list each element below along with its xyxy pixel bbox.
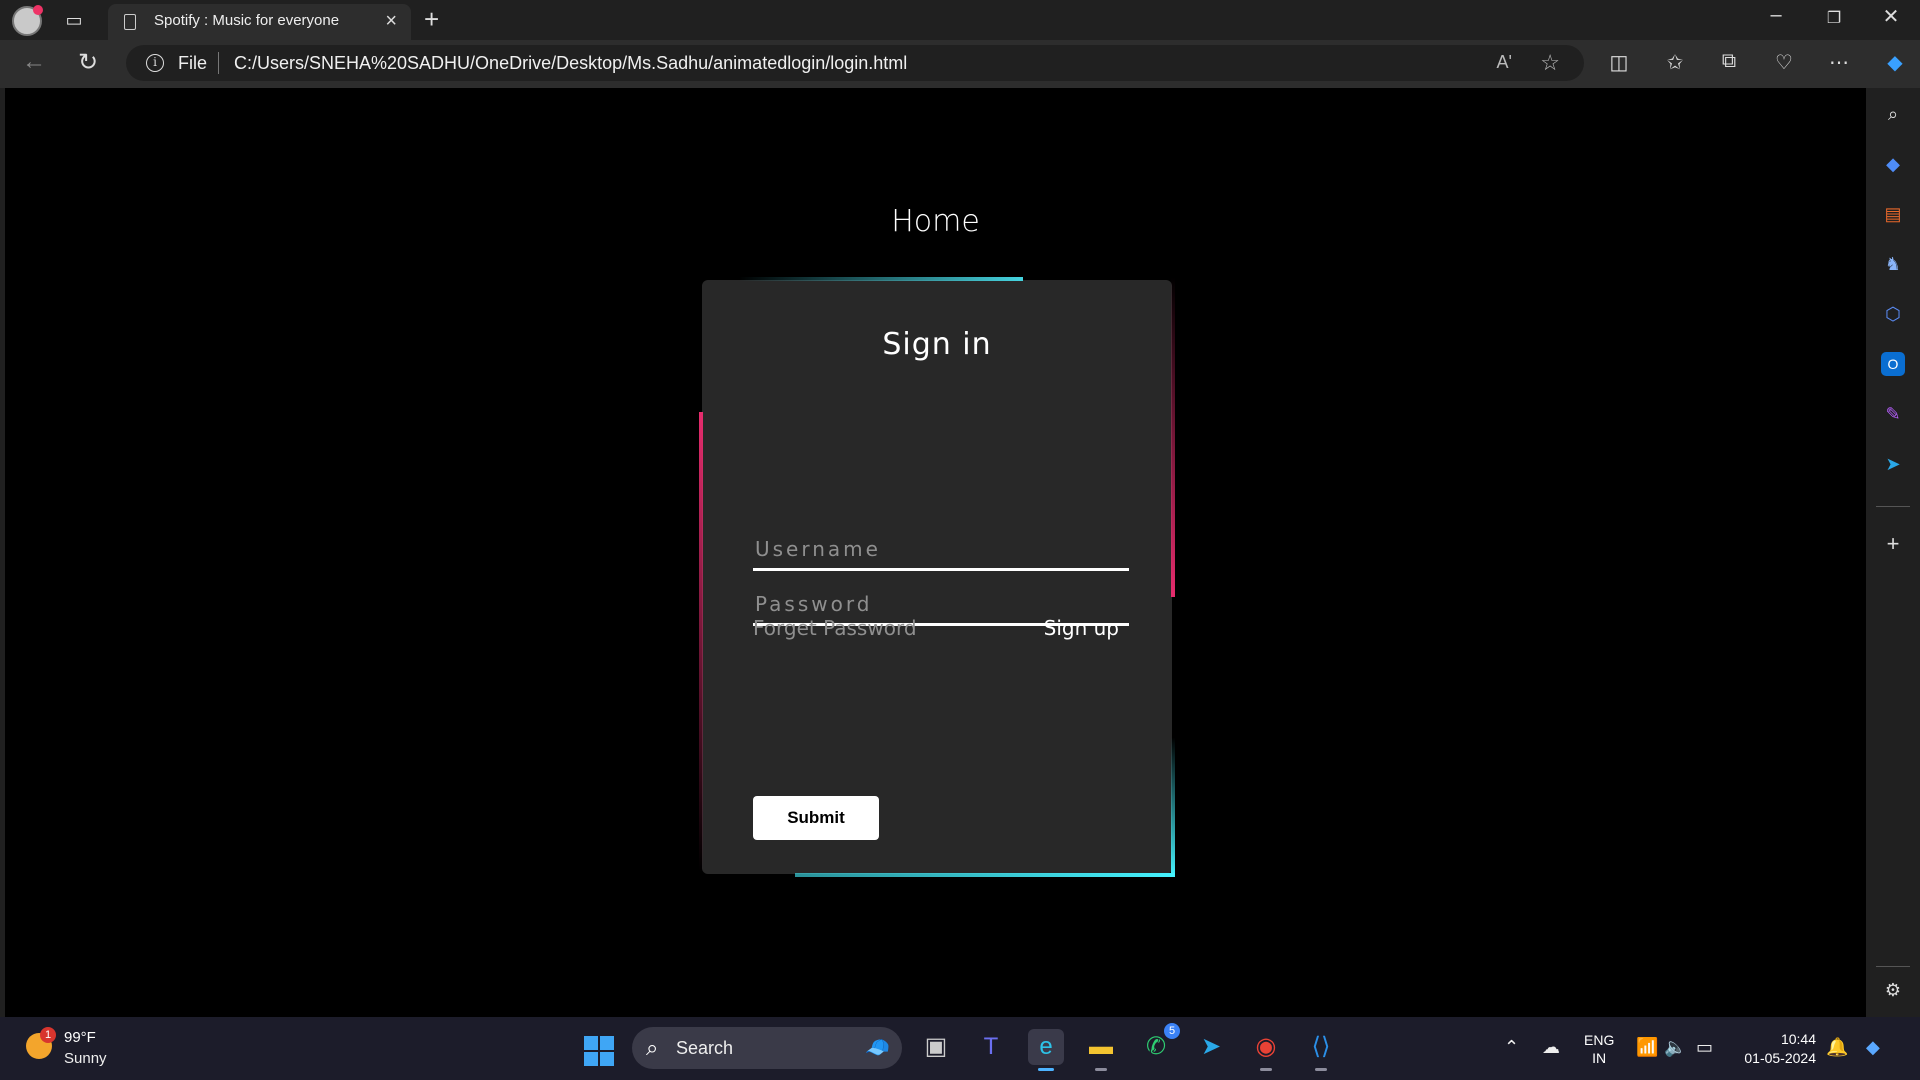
tab-active[interactable]: Spotify : Music for everyone × [108,4,411,40]
microsoft365-icon[interactable]: ⬡ [1881,302,1905,326]
settings-gear-icon[interactable]: ⚙ [1881,978,1905,1002]
animated-border-right-cyan [1171,737,1175,877]
weather-badge: 1 [40,1027,56,1043]
tools-icon[interactable]: ▤ [1881,202,1905,226]
chrome-icon[interactable]: ◉ [1248,1029,1284,1071]
search-highlight-icon: 🧢 [865,1037,890,1059]
games-icon[interactable]: ♞ [1881,252,1905,276]
language-code: ENG [1584,1032,1615,1048]
running-indicator [1315,1068,1327,1071]
scheme-label: File [178,53,208,73]
copilot-icon[interactable]: ◆ [1880,50,1910,75]
whatsapp-badge: 5 [1164,1023,1180,1039]
form-heading: Sign in [882,327,992,362]
url-text[interactable]: C:/Users/SNEHA%20SADHU/OneDrive/Desktop/… [234,53,907,74]
favorite-star-icon[interactable]: ☆ [1540,50,1560,76]
running-indicator [1095,1068,1107,1071]
wifi-icon[interactable]: 📶 [1636,1037,1658,1058]
search-icon[interactable]: ⌕ [1881,102,1905,126]
home-link[interactable]: Home [5,204,1866,239]
shopping-tag-icon[interactable]: ◆ [1881,152,1905,176]
whatsapp-icon[interactable]: ✆ 5 [1138,1023,1180,1065]
notification-dot [33,5,43,15]
back-button[interactable]: ← [22,48,46,76]
battery-icon[interactable]: ▭ [1696,1037,1713,1058]
username-input[interactable] [753,536,1133,562]
collections-icon[interactable]: ⧉ [1714,50,1744,73]
close-window-button[interactable]: ✕ [1871,4,1911,29]
system-clock[interactable]: 10:44 01-05-2024 [1736,1030,1816,1068]
profile-avatar[interactable] [12,5,43,36]
tab-title: Spotify : Music for everyone [154,12,340,29]
teams-icon[interactable]: T [973,1029,1009,1065]
restore-button[interactable]: ❐ [1814,8,1854,28]
task-view-icon[interactable]: ▣ [918,1029,954,1065]
tab-bar: ▭ Spotify : Music for everyone × + – ❐ ✕ [0,0,1920,40]
volume-icon[interactable]: 🔈 [1664,1037,1686,1058]
form-links: Forget Password Sign up [753,616,1119,646]
sidebar-divider [1876,506,1910,507]
running-indicator [1260,1068,1272,1071]
submit-button[interactable]: Submit [753,796,879,840]
split-screen-icon[interactable]: ◫ [1604,50,1634,75]
vscode-icon[interactable]: ⟨⟩ [1303,1029,1339,1071]
weather-condition[interactable]: Sunny [64,1050,107,1067]
telegram-icon[interactable]: ➤ [1193,1029,1229,1065]
search-label: Search [676,1038,734,1058]
designer-icon[interactable]: ✎ [1881,402,1905,426]
clock-time: 10:44 [1780,1031,1816,1047]
forget-password-link[interactable]: Forget Password [753,616,917,640]
search-icon: ⌕ [646,1035,659,1060]
page-viewport: Home Sign in Forget Password Sign up Sub… [5,88,1866,1017]
close-tab-icon[interactable]: × [385,10,397,33]
onedrive-offline-icon[interactable]: ☁ [1542,1037,1560,1058]
tab-actions-icon[interactable]: ▭ [64,10,84,30]
copilot-taskbar-icon[interactable]: ◆ [1866,1037,1880,1058]
send-icon[interactable]: ➤ [1881,452,1905,476]
sidebar-divider [1876,966,1910,967]
taskbar-search[interactable]: ⌕ Search 🧢 [632,1027,902,1069]
favorites-icon[interactable]: ✩ [1660,50,1690,75]
browser-essentials-icon[interactable]: ♡ [1769,50,1799,75]
animated-border-left [699,412,703,872]
login-card: Sign in Forget Password Sign up Submit [699,277,1175,877]
start-button[interactable] [584,1036,614,1066]
weather-temperature[interactable]: 99°F [64,1029,96,1046]
sign-up-link[interactable]: Sign up [1044,616,1119,640]
region-code: IN [1592,1050,1607,1066]
active-indicator [1038,1068,1054,1071]
page-icon [124,14,136,30]
more-menu-icon[interactable]: ⋯ [1824,50,1854,75]
file-explorer-icon[interactable]: ▬ [1083,1029,1119,1071]
username-field-wrapper [753,528,1133,571]
language-indicator[interactable]: ENG IN [1584,1031,1614,1067]
minimize-button[interactable]: – [1756,4,1796,27]
card-background [702,280,1172,874]
outlook-icon[interactable]: O [1881,352,1905,376]
animated-border-top [739,277,1023,281]
windows-taskbar: 1 99°F Sunny ⌕ Search 🧢 ▣ T e ▬ ✆ 5 ➤ ◉ ⟨… [0,1017,1920,1080]
new-tab-button[interactable]: + [424,4,439,35]
edge-sidebar: ⌕ ◆ ▤ ♞ ⬡ O ✎ ➤ + ⚙ [1866,88,1920,1017]
address-bar: ← ↻ i File C:/Users/SNEHA%20SADHU/OneDri… [0,40,1920,88]
password-input[interactable] [753,591,1133,617]
add-icon[interactable]: + [1881,532,1905,556]
animated-border-bottom [795,873,1175,877]
animated-border-right-pink [1171,277,1175,597]
notification-bell-icon[interactable]: 🔔 [1826,1037,1848,1058]
edge-icon[interactable]: e [1028,1029,1064,1071]
clock-date: 01-05-2024 [1744,1050,1816,1066]
read-aloud-icon[interactable]: Aʹ [1497,52,1512,73]
omnibox[interactable]: i File C:/Users/SNEHA%20SADHU/OneDrive/D… [126,45,1584,81]
info-icon[interactable]: i [146,54,164,72]
separator [218,52,219,74]
refresh-button[interactable]: ↻ [78,48,98,77]
show-hidden-icons-chevron-icon[interactable]: ⌃ [1504,1037,1519,1058]
